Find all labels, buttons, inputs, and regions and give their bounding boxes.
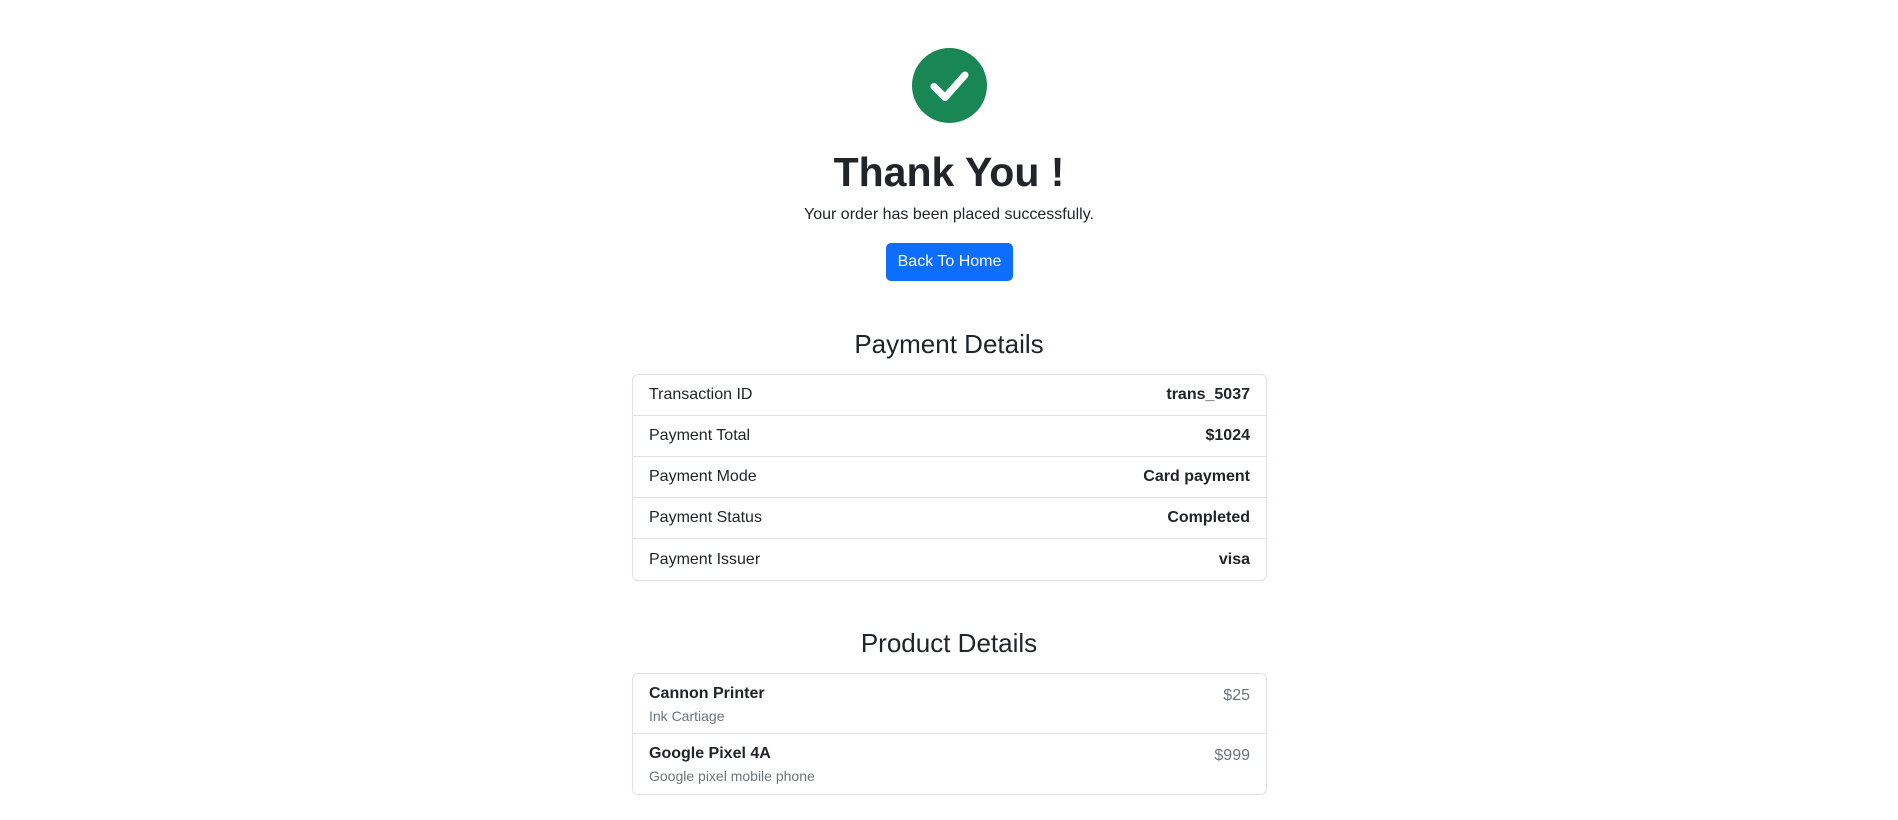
payment-row-transaction-id: Transaction ID trans_5037: [633, 375, 1266, 416]
product-price: $25: [1223, 687, 1250, 704]
payment-row-label: Transaction ID: [649, 386, 753, 403]
payment-row-value: visa: [1218, 550, 1250, 568]
payment-row-status: Payment Status Completed: [633, 498, 1266, 539]
payment-row-total: Payment Total $1024: [633, 416, 1266, 457]
product-item: Cannon Printer Ink Cartiage $25: [633, 674, 1266, 734]
payment-row-mode: Payment Mode Card payment: [633, 457, 1266, 498]
product-info: Google Pixel 4A Google pixel mobile phon…: [649, 744, 815, 786]
payment-row-label: Payment Status: [649, 509, 762, 526]
back-to-home-button[interactable]: Back To Home: [886, 243, 1013, 281]
product-description: Ink Cartiage: [649, 708, 725, 724]
payment-row-value: trans_5037: [1166, 386, 1250, 403]
product-description: Google pixel mobile phone: [649, 768, 815, 784]
payment-details-heading: Payment Details: [854, 329, 1044, 359]
product-name: Google Pixel 4A: [649, 745, 771, 762]
check-circle-icon: [912, 48, 987, 123]
product-name: Cannon Printer: [649, 685, 765, 702]
product-info: Cannon Printer Ink Cartiage: [649, 684, 765, 726]
success-message: Your order has been placed successfully.: [804, 206, 1094, 223]
payment-row-value: Card payment: [1143, 468, 1250, 485]
product-details-list: Cannon Printer Ink Cartiage $25 Google P…: [632, 673, 1267, 795]
payment-row-label: Payment Mode: [649, 468, 757, 485]
payment-details-list: Transaction ID trans_5037 Payment Total …: [632, 374, 1267, 581]
payment-row-label: Payment Total: [649, 427, 751, 444]
product-price: $999: [1214, 747, 1250, 764]
order-confirmation-page: Thank You ! Your order has been placed s…: [0, 0, 1898, 820]
product-item: Google Pixel 4A Google pixel mobile phon…: [633, 734, 1266, 794]
payment-row-value: Completed: [1167, 509, 1250, 526]
product-details-heading: Product Details: [860, 628, 1038, 658]
page-title: Thank You !: [833, 149, 1065, 195]
payment-row-value: $1024: [1205, 427, 1251, 444]
payment-row-issuer: Payment Issuer visa: [633, 539, 1266, 580]
payment-row-label: Payment Issuer: [649, 550, 761, 568]
